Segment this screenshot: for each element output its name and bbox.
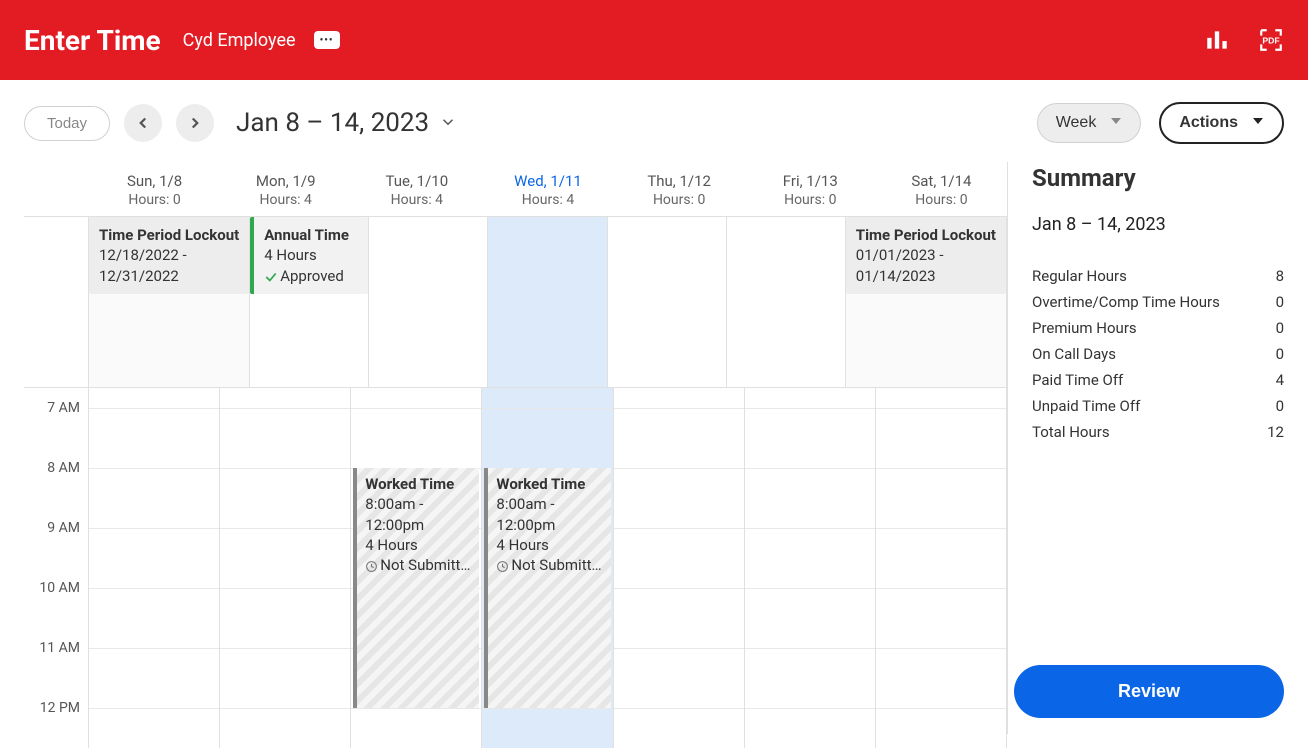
summary-row: Unpaid Time Off 0 <box>1032 393 1284 419</box>
chart-icon[interactable] <box>1204 27 1230 53</box>
summary-row: Overtime/Comp Time Hours 0 <box>1032 289 1284 315</box>
next-week-button[interactable] <box>176 104 214 142</box>
allday-cell-tue[interactable] <box>369 217 488 387</box>
day-col-sat[interactable] <box>876 388 1007 748</box>
time-gutter: 7 AM 8 AM 9 AM 10 AM 11 AM 12 PM <box>24 388 89 748</box>
allday-cell-sun[interactable]: Time Period Lockout 12/18/2022 - 12/31/2… <box>89 217 250 387</box>
worked-time-block[interactable]: Worked Time 8:00am - 12:00pm 4 Hours Not… <box>353 468 479 708</box>
day-col-thu[interactable] <box>614 388 745 748</box>
calendar-view: Sun, 1/8 Hours: 0 Mon, 1/9 Hours: 4 Tue,… <box>0 162 1008 734</box>
worked-time-block[interactable]: Worked Time 8:00am - 12:00pm 4 Hours Not… <box>484 468 610 708</box>
summary-row: Total Hours 12 <box>1032 419 1284 445</box>
allday-row: Time Period Lockout 12/18/2022 - 12/31/2… <box>24 216 1007 388</box>
actions-menu[interactable]: Actions <box>1159 102 1284 144</box>
summary-date-range: Jan 8 – 14, 2023 <box>1032 214 1284 235</box>
lockout-event[interactable]: Time Period Lockout 01/01/2023 - 01/14/2… <box>846 217 1006 294</box>
allday-cell-fri[interactable] <box>727 217 846 387</box>
day-col-mon[interactable] <box>220 388 351 748</box>
date-range-picker[interactable]: Jan 8 – 14, 2023 <box>236 108 457 138</box>
day-headers-row: Sun, 1/8 Hours: 0 Mon, 1/9 Hours: 4 Tue,… <box>24 172 1007 216</box>
today-button[interactable]: Today <box>24 106 110 141</box>
day-col-tue[interactable]: Worked Time 8:00am - 12:00pm 4 Hours Not… <box>351 388 482 748</box>
page-title: Enter Time <box>24 24 161 57</box>
employee-name: Cyd Employee <box>183 30 296 51</box>
clock-icon <box>496 560 509 573</box>
allday-cell-thu[interactable] <box>608 217 727 387</box>
summary-title: Summary <box>1032 164 1284 192</box>
allday-cell-wed[interactable] <box>488 217 607 387</box>
day-header-fri[interactable]: Fri, 1/13 Hours: 0 <box>745 172 876 216</box>
caret-down-icon <box>1252 114 1264 132</box>
app-header: Enter Time Cyd Employee ••• PDF <box>0 0 1308 80</box>
summary-row: Paid Time Off 4 <box>1032 367 1284 393</box>
pdf-export-icon[interactable]: PDF <box>1258 27 1284 53</box>
day-header-tue[interactable]: Tue, 1/10 Hours: 4 <box>351 172 482 216</box>
summary-table: Regular Hours 8 Overtime/Comp Time Hours… <box>1032 263 1284 445</box>
caret-down-icon <box>1110 114 1122 132</box>
summary-row: Regular Hours 8 <box>1032 263 1284 289</box>
chevron-down-icon <box>439 108 457 138</box>
allday-cell-mon[interactable]: Annual Time 4 Hours Approved <box>250 217 369 387</box>
svg-text:PDF: PDF <box>1262 35 1279 45</box>
day-col-wed[interactable]: Worked Time 8:00am - 12:00pm 4 Hours Not… <box>482 388 613 748</box>
summary-row: On Call Days 0 <box>1032 341 1284 367</box>
prev-week-button[interactable] <box>124 104 162 142</box>
view-label: Week <box>1056 114 1097 132</box>
view-selector[interactable]: Week <box>1037 103 1142 143</box>
calendar-toolbar: Today Jan 8 – 14, 2023 Week Actions <box>0 80 1308 162</box>
allday-cell-sat[interactable]: Time Period Lockout 01/01/2023 - 01/14/2… <box>846 217 1007 387</box>
check-icon <box>264 270 278 284</box>
day-header-thu[interactable]: Thu, 1/12 Hours: 0 <box>614 172 745 216</box>
review-button[interactable]: Review <box>1014 665 1284 718</box>
day-header-sun[interactable]: Sun, 1/8 Hours: 0 <box>89 172 220 216</box>
day-col-fri[interactable] <box>745 388 876 748</box>
day-header-sat[interactable]: Sat, 1/14 Hours: 0 <box>876 172 1007 216</box>
lockout-event[interactable]: Time Period Lockout 12/18/2022 - 12/31/2… <box>89 217 249 294</box>
clock-icon <box>365 560 378 573</box>
pto-event[interactable]: Annual Time 4 Hours Approved <box>250 217 368 294</box>
day-col-sun[interactable] <box>89 388 220 748</box>
summary-panel: Summary Jan 8 – 14, 2023 Regular Hours 8… <box>1008 162 1308 734</box>
day-header-mon[interactable]: Mon, 1/9 Hours: 4 <box>220 172 351 216</box>
employee-menu-button[interactable]: ••• <box>314 31 340 49</box>
hour-grid: 7 AM 8 AM 9 AM 10 AM 11 AM 12 PM Worked … <box>24 388 1007 748</box>
actions-label: Actions <box>1179 114 1238 132</box>
date-range-label: Jan 8 – 14, 2023 <box>236 108 429 138</box>
summary-row: Premium Hours 0 <box>1032 315 1284 341</box>
day-header-wed[interactable]: Wed, 1/11 Hours: 4 <box>482 172 613 216</box>
